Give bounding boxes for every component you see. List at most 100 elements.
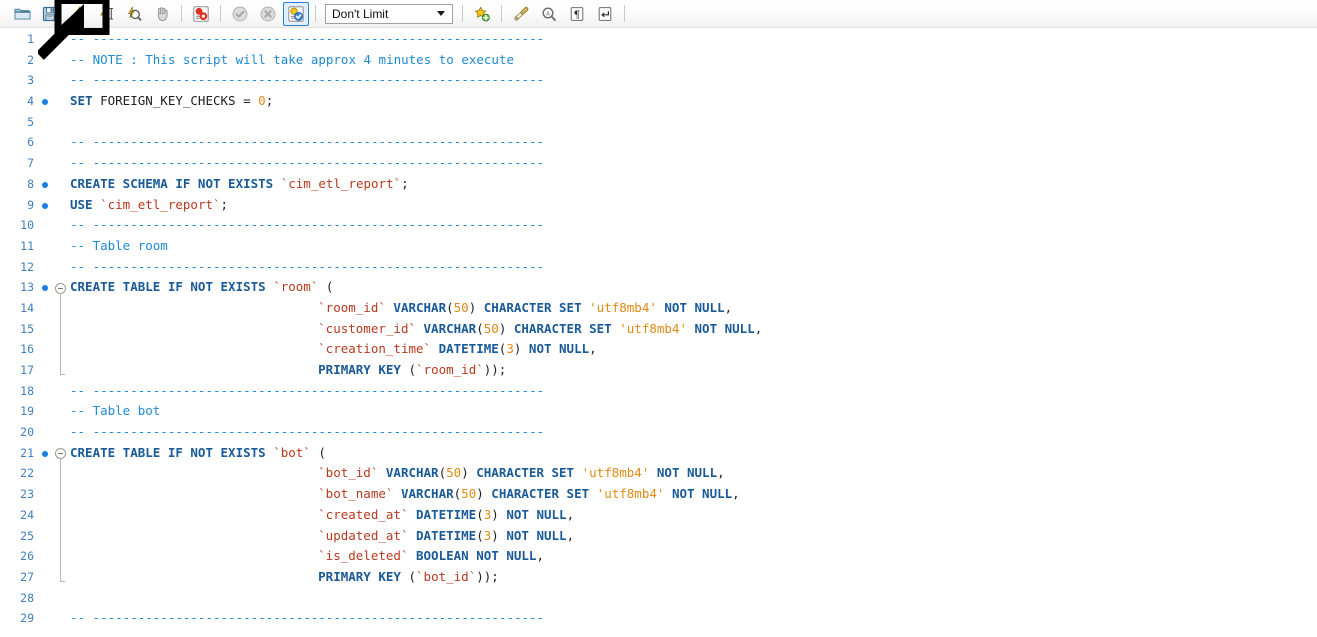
code-line[interactable]: 2-- NOTE : This script will take approx … — [0, 50, 1317, 71]
token-plain — [649, 465, 657, 480]
stop-execution-button[interactable] — [149, 2, 175, 26]
token-type: VARCHAR — [401, 486, 454, 501]
code-text: `is_deleted` BOOLEAN NOT NULL, — [318, 546, 544, 567]
token-plain: ; — [266, 93, 274, 108]
code-line[interactable]: 17PRIMARY KEY (`room_id`)); — [0, 360, 1317, 381]
star-plus-icon — [474, 6, 490, 22]
save-script-button[interactable] — [37, 2, 63, 26]
commit-button[interactable] — [227, 2, 253, 26]
code-line[interactable]: 6-- ------------------------------------… — [0, 132, 1317, 153]
toggle-stop-on-error-button[interactable] — [188, 2, 214, 26]
toggle-invisible-chars-button[interactable]: ¶ — [564, 2, 590, 26]
token-keyword: PRIMARY KEY — [318, 569, 401, 584]
code-line[interactable]: 18-- -----------------------------------… — [0, 381, 1317, 402]
code-line[interactable]: 28 — [0, 588, 1317, 609]
code-line[interactable]: 1-- ------------------------------------… — [0, 29, 1317, 50]
token-ident: `creation_time` — [318, 341, 431, 356]
code-line[interactable]: 4SET FOREIGN_KEY_CHECKS = 0; — [0, 91, 1317, 112]
brush-icon — [513, 6, 530, 22]
cross-rollback-icon — [260, 6, 276, 22]
code-line[interactable]: 9USE `cim_etl_report`; — [0, 195, 1317, 216]
line-number: 26 — [0, 546, 34, 567]
token-plain: ( — [401, 569, 416, 584]
token-plain: ) — [491, 507, 506, 522]
fold-guide-line — [60, 459, 61, 581]
code-line[interactable]: 22`bot_id` VARCHAR(50) CHARACTER SET 'ut… — [0, 463, 1317, 484]
toolbar-separator — [220, 5, 221, 22]
token-string: 'utf8mb4' — [597, 486, 665, 501]
code-line[interactable]: 16 `creation_time` DATETIME(3) NOT NULL, — [0, 339, 1317, 360]
token-comment: -- -------------------------------------… — [70, 31, 544, 46]
code-text: PRIMARY KEY (`bot_id`)); — [318, 567, 499, 588]
fold-collapse-icon[interactable] — [55, 448, 66, 459]
code-line[interactable]: 11-- Table room — [0, 236, 1317, 257]
rollback-button[interactable] — [255, 2, 281, 26]
toggle-autocommit-button[interactable] — [283, 2, 309, 26]
code-line[interactable]: 15`customer_id` VARCHAR(50) CHARACTER SE… — [0, 319, 1317, 340]
toolbar-separator — [181, 5, 182, 22]
toggle-word-wrap-button[interactable] — [592, 2, 618, 26]
token-type: VARCHAR — [424, 321, 477, 336]
token-plain — [408, 507, 416, 522]
token-plain — [378, 465, 386, 480]
execute-statement-button[interactable] — [65, 2, 91, 26]
line-number: 16 — [0, 339, 34, 360]
token-plain: ; — [401, 176, 409, 191]
token-ident: `updated_at` — [318, 528, 408, 543]
execute-current-statement-button[interactable] — [93, 2, 119, 26]
code-text: -- -------------------------------------… — [70, 153, 544, 174]
line-number: 9 — [0, 195, 34, 216]
code-line[interactable]: 10-- -----------------------------------… — [0, 215, 1317, 236]
sql-code-editor[interactable]: 1-- ------------------------------------… — [0, 29, 1317, 637]
token-comment: -- -------------------------------------… — [70, 155, 544, 170]
code-text: -- -------------------------------------… — [70, 608, 544, 629]
token-ident: `cim_etl_report` — [100, 197, 220, 212]
token-plain: ( — [318, 279, 333, 294]
token-ident: `bot` — [273, 445, 311, 460]
token-plain: ( — [446, 300, 454, 315]
token-comment: -- Table room — [70, 238, 168, 253]
code-line[interactable]: 13CREATE TABLE IF NOT EXISTS `room` ( — [0, 277, 1317, 298]
token-plain: , — [536, 548, 544, 563]
line-number: 18 — [0, 381, 34, 402]
code-line[interactable]: 19-- Table bot — [0, 401, 1317, 422]
line-number: 23 — [0, 484, 34, 505]
code-line[interactable]: 8CREATE SCHEMA IF NOT EXISTS `cim_etl_re… — [0, 174, 1317, 195]
fold-collapse-icon[interactable] — [55, 283, 66, 294]
code-line[interactable]: 23`bot_name` VARCHAR(50) CHARACTER SET '… — [0, 484, 1317, 505]
token-ident: `room_id` — [416, 362, 484, 377]
code-line[interactable]: 26 `is_deleted` BOOLEAN NOT NULL, — [0, 546, 1317, 567]
find-button[interactable]: A — [536, 2, 562, 26]
code-line[interactable]: 27 PRIMARY KEY (`bot_id`)); — [0, 567, 1317, 588]
limit-rows-select[interactable]: Don't Limit — [325, 4, 453, 24]
code-line[interactable]: 24`created_at` DATETIME(3) NOT NULL, — [0, 505, 1317, 526]
token-plain: ( — [311, 445, 326, 460]
code-line[interactable]: 3-- ------------------------------------… — [0, 70, 1317, 91]
line-number: 7 — [0, 153, 34, 174]
code-text: -- -------------------------------------… — [70, 422, 544, 443]
code-text: `creation_time` DATETIME(3) NOT NULL, — [318, 339, 597, 360]
statement-marker-dot — [42, 182, 48, 188]
code-line[interactable]: 5 — [0, 112, 1317, 133]
beautify-query-button[interactable] — [469, 2, 495, 26]
code-line[interactable]: 20-- -----------------------------------… — [0, 422, 1317, 443]
token-plain — [416, 321, 424, 336]
code-line[interactable]: 12-- -----------------------------------… — [0, 257, 1317, 278]
code-line[interactable]: 21CREATE TABLE IF NOT EXISTS `bot` ( — [0, 443, 1317, 464]
token-ident: `created_at` — [318, 507, 408, 522]
code-line[interactable]: 25`updated_at` DATETIME(3) NOT NULL, — [0, 526, 1317, 547]
code-line[interactable]: 14`room_id` VARCHAR(50) CHARACTER SET 'u… — [0, 298, 1317, 319]
code-line[interactable]: 7 -- ------------------------------------… — [0, 153, 1317, 174]
code-line[interactable]: 29-- -----------------------------------… — [0, 608, 1317, 629]
explain-statement-button[interactable] — [121, 2, 147, 26]
token-type: DATETIME — [416, 507, 476, 522]
token-comment: -- Table bot — [70, 403, 160, 418]
toolbar-separator — [462, 5, 463, 22]
line-number: 27 — [0, 567, 34, 588]
token-ident: `bot_id` — [318, 465, 378, 480]
token-plain: ) — [461, 465, 476, 480]
open-sql-script-button[interactable] — [9, 2, 35, 26]
clear-explain-button[interactable] — [508, 2, 534, 26]
code-text: `updated_at` DATETIME(3) NOT NULL, — [318, 526, 574, 547]
code-text: -- -------------------------------------… — [70, 132, 544, 153]
